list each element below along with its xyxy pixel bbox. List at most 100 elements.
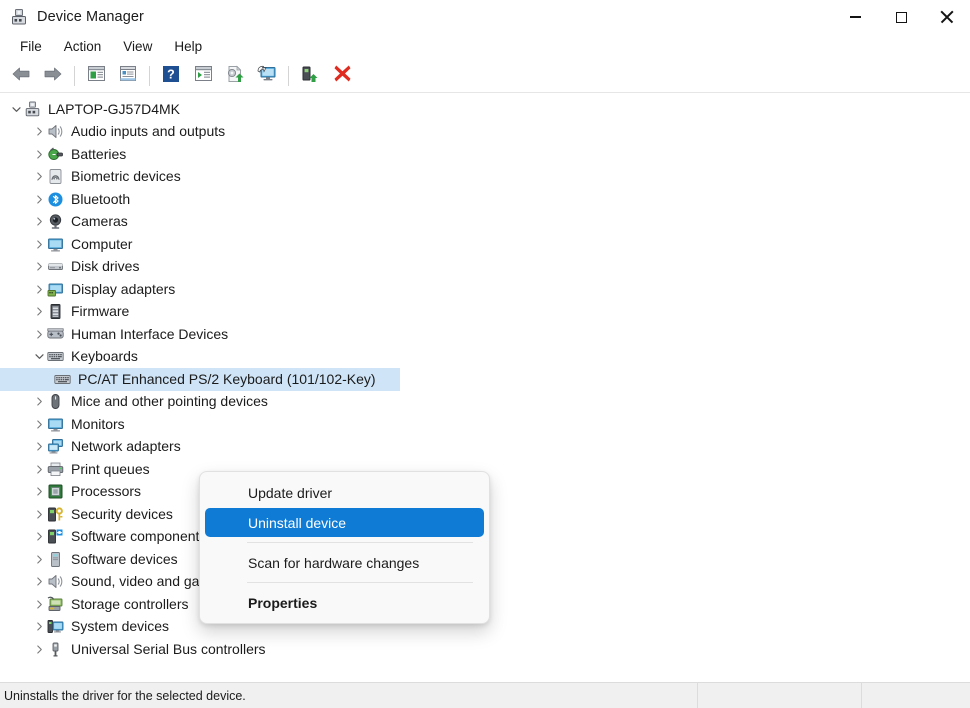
device-tree[interactable]: LAPTOP-GJ57D4MK Audio inputs and outputs — [0, 93, 970, 682]
chevron-right-icon[interactable] — [31, 391, 47, 413]
action-pane-icon — [194, 65, 213, 87]
speaker-icon — [47, 573, 64, 590]
tree-item-label: Print queues — [71, 460, 150, 477]
processor-icon — [47, 483, 64, 500]
menu-file[interactable]: File — [9, 36, 53, 58]
chevron-right-icon[interactable] — [31, 233, 47, 255]
chevron-right-icon[interactable] — [31, 616, 47, 638]
context-menu[interactable]: Update driver Uninstall device Scan for … — [199, 471, 490, 624]
forward-button[interactable] — [37, 62, 69, 90]
chevron-right-icon[interactable] — [31, 413, 47, 435]
monitor-icon — [47, 236, 64, 253]
tree-item-display-adapters[interactable]: Display adapters — [0, 278, 970, 301]
device-manager-window: Device Manager File Action View Help ? L… — [0, 0, 970, 708]
properties-button[interactable] — [112, 62, 144, 90]
device-manager-icon — [10, 8, 28, 26]
bluetooth-icon — [47, 191, 64, 208]
chevron-down-icon[interactable] — [8, 98, 24, 120]
tree-item-audio-inputs-and-outputs[interactable]: Audio inputs and outputs — [0, 121, 970, 144]
chevron-right-icon[interactable] — [31, 436, 47, 458]
scan-for-hardware-changes-button[interactable] — [251, 62, 283, 90]
tree-item-pc-at-enhanced-ps2-keyboard[interactable]: PC/AT Enhanced PS/2 Keyboard (101/102-Ke… — [0, 368, 400, 391]
chevron-right-icon[interactable] — [31, 526, 47, 548]
console-tree-icon — [87, 65, 106, 87]
menu-view[interactable]: View — [112, 36, 163, 58]
uninstall-device-button[interactable] — [326, 62, 358, 90]
chevron-right-icon[interactable] — [31, 458, 47, 480]
tree-item-biometric-devices[interactable]: Biometric devices — [0, 166, 970, 189]
chevron-right-icon[interactable] — [31, 211, 47, 233]
battery-icon — [47, 146, 64, 163]
tree-item-label: Bluetooth — [71, 190, 131, 207]
toolbar-separator-3 — [288, 66, 289, 86]
show-hide-action-pane-button[interactable] — [187, 62, 219, 90]
keyboard-icon — [47, 348, 64, 365]
tree-item-root[interactable]: LAPTOP-GJ57D4MK — [0, 98, 970, 121]
tree-item-label: Computer — [71, 235, 133, 252]
tree-item-label: Universal Serial Bus controllers — [71, 640, 266, 657]
chevron-right-icon[interactable] — [31, 503, 47, 525]
network-adapter-icon — [47, 438, 64, 455]
tree-item-firmware[interactable]: Firmware — [0, 301, 970, 324]
tree-item-network-adapters[interactable]: Network adapters — [0, 436, 970, 459]
chevron-right-icon[interactable] — [31, 188, 47, 210]
help-button[interactable]: ? — [155, 62, 187, 90]
context-menu-item-update-driver[interactable]: Update driver — [205, 478, 484, 507]
chevron-right-icon[interactable] — [31, 593, 47, 615]
chevron-right-icon[interactable] — [31, 481, 47, 503]
tree-item-human-interface-devices[interactable]: Human Interface Devices — [0, 323, 970, 346]
tree-item-cameras[interactable]: Cameras — [0, 211, 970, 234]
tree-item-computer[interactable]: Computer — [0, 233, 970, 256]
camera-icon — [47, 213, 64, 230]
chevron-right-icon[interactable] — [31, 143, 47, 165]
tree-item-label: System devices — [71, 618, 170, 635]
tree-item-batteries[interactable]: Batteries — [0, 143, 970, 166]
menu-help[interactable]: Help — [163, 36, 213, 58]
window-title: Device Manager — [37, 9, 144, 25]
status-pane-3 — [862, 683, 970, 708]
context-menu-item-scan-for-hardware-changes[interactable]: Scan for hardware changes — [205, 548, 484, 577]
hid-gamepad-icon — [47, 326, 64, 343]
monitor-icon — [47, 416, 64, 433]
chevron-down-icon[interactable] — [31, 346, 47, 368]
svg-text:?: ? — [167, 67, 175, 81]
chevron-right-icon[interactable] — [31, 278, 47, 300]
maximize-button[interactable] — [878, 0, 924, 34]
status-pane-2 — [698, 683, 862, 708]
chevron-right-icon[interactable] — [31, 166, 47, 188]
update-driver-button[interactable] — [219, 62, 251, 90]
close-icon — [940, 10, 954, 24]
tree-item-disk-drives[interactable]: Disk drives — [0, 256, 970, 279]
tree-item-monitors[interactable]: Monitors — [0, 413, 970, 436]
tree-item-bluetooth[interactable]: Bluetooth — [0, 188, 970, 211]
tree-item-mice-and-other-pointing-devices[interactable]: Mice and other pointing devices — [0, 391, 970, 414]
show-hide-console-tree-button[interactable] — [80, 62, 112, 90]
chevron-right-icon[interactable] — [31, 301, 47, 323]
window-controls — [832, 0, 970, 34]
chevron-right-icon[interactable] — [31, 638, 47, 660]
speaker-icon — [47, 123, 64, 140]
usb-icon — [47, 641, 64, 658]
minimize-button[interactable] — [832, 0, 878, 34]
tree-item-label: Audio inputs and outputs — [71, 123, 226, 140]
close-button[interactable] — [924, 0, 970, 34]
help-question-icon: ? — [162, 65, 180, 88]
chevron-right-icon[interactable] — [31, 256, 47, 278]
tree-item-keyboards[interactable]: Keyboards — [0, 346, 970, 369]
tree-item-label: Firmware — [71, 303, 130, 320]
context-menu-item-properties[interactable]: Properties — [205, 588, 484, 617]
tree-item-label: Display adapters — [71, 280, 176, 297]
chevron-right-icon[interactable] — [31, 121, 47, 143]
chevron-right-icon[interactable] — [31, 548, 47, 570]
tree-item-universal-serial-bus-controllers[interactable]: Universal Serial Bus controllers — [0, 638, 970, 661]
chevron-right-icon[interactable] — [31, 571, 47, 593]
tree-item-label: Security devices — [71, 505, 173, 522]
enable-device-button[interactable] — [294, 62, 326, 90]
chevron-right-icon[interactable] — [31, 323, 47, 345]
tree-item-label: Disk drives — [71, 258, 140, 275]
software-component-icon — [47, 528, 64, 545]
back-button[interactable] — [5, 62, 37, 90]
context-menu-item-uninstall-device[interactable]: Uninstall device — [205, 508, 484, 537]
fingerprint-icon — [47, 168, 64, 185]
menu-action[interactable]: Action — [53, 36, 113, 58]
